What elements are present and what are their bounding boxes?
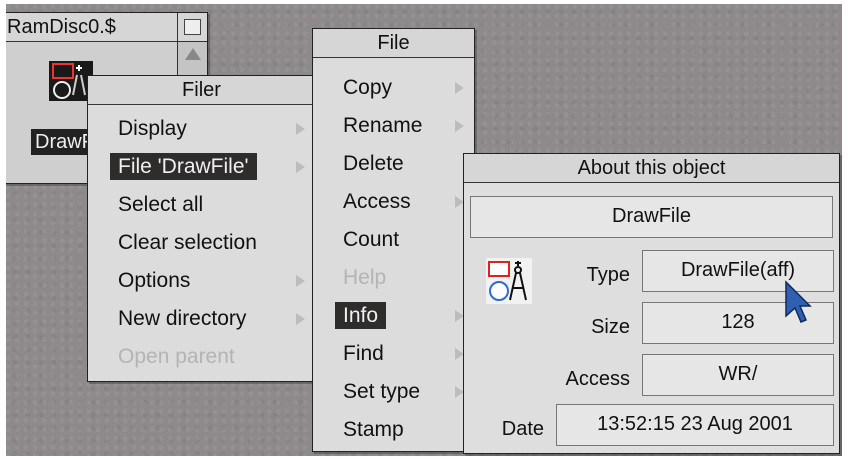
menu-item-label: Select all — [118, 193, 204, 216]
date-value: 13:52:15 23 Aug 2001 — [556, 404, 834, 446]
file-menu: File Copy Rename Delete Access Count Help Info… — [312, 28, 475, 452]
menu-item-label: File 'DrawFile' — [110, 153, 257, 180]
menu-item-new-directory[interactable]: New directory — [88, 300, 315, 338]
menu-item-file-drawfile[interactable]: File 'DrawFile' — [88, 148, 315, 186]
drawfile-icon — [486, 258, 532, 304]
menu-item-copy[interactable]: Copy — [313, 69, 474, 107]
menu-item-label: Help — [343, 266, 387, 289]
menu-item-label: Access — [343, 190, 411, 213]
menu-item-label: Info — [335, 302, 387, 329]
access-label: Access — [565, 368, 630, 390]
menu-item-find[interactable]: Find — [313, 335, 474, 373]
directory-window-titlebar[interactable]: RamDisc0.$ — [6, 13, 177, 42]
submenu-arrow-icon — [296, 161, 305, 173]
filer-menu: Filer Display File 'DrawFile' Select all Cl… — [87, 75, 316, 382]
menu-item-label: Count — [343, 228, 400, 251]
scroll-up-arrow-icon[interactable] — [185, 48, 201, 60]
menu-item-options[interactable]: Options — [88, 262, 315, 300]
date-label: Date — [501, 418, 544, 440]
menu-item-display[interactable]: Display — [88, 110, 315, 148]
menu-item-label: Open parent — [118, 345, 235, 368]
file-menu-title: File — [313, 29, 474, 58]
menu-item-label: Rename — [343, 114, 423, 137]
size-label: Size — [591, 316, 630, 338]
menu-item-label: Options — [118, 269, 191, 292]
desktop: RamDisc0.$ DrawFile Filer Display File 'D… — [6, 4, 842, 456]
filer-menu-title: Filer — [88, 76, 315, 105]
toggle-size-icon[interactable] — [177, 13, 207, 42]
menu-item-label: Display — [118, 117, 187, 140]
menu-item-label: Copy — [343, 76, 393, 99]
menu-item-label: New directory — [118, 307, 247, 330]
menu-item-label: Stamp — [343, 418, 404, 441]
menu-item-label: Clear selection — [118, 231, 257, 254]
submenu-arrow-icon — [296, 123, 305, 135]
menu-item-label: Set type — [343, 380, 421, 403]
menu-item-delete[interactable]: Delete — [313, 145, 474, 183]
object-name-field: DrawFile — [470, 196, 833, 238]
menu-item-rename[interactable]: Rename — [313, 107, 474, 145]
mouse-pointer-icon — [784, 280, 814, 324]
menu-item-set-type[interactable]: Set type — [313, 373, 474, 411]
access-value: WR/ — [642, 354, 834, 396]
menu-item-stamp[interactable]: Stamp — [313, 411, 474, 449]
submenu-arrow-icon — [296, 313, 305, 325]
submenu-arrow-icon — [296, 275, 305, 287]
type-label: Type — [586, 264, 630, 286]
menu-item-clear-selection[interactable]: Clear selection — [88, 224, 315, 262]
menu-item-open-parent: Open parent — [88, 338, 315, 376]
menu-item-access[interactable]: Access — [313, 183, 474, 221]
info-window-title: About this object — [464, 154, 839, 183]
menu-item-label: Delete — [343, 152, 404, 175]
menu-item-label: Find — [343, 342, 384, 365]
menu-item-select-all[interactable]: Select all — [88, 186, 315, 224]
submenu-arrow-icon — [455, 82, 464, 94]
submenu-arrow-icon — [455, 120, 464, 132]
menu-item-count[interactable]: Count — [313, 221, 474, 259]
menu-item-info[interactable]: Info — [313, 297, 474, 335]
menu-item-help: Help — [313, 259, 474, 297]
directory-window-title: RamDisc0.$ — [7, 16, 116, 38]
